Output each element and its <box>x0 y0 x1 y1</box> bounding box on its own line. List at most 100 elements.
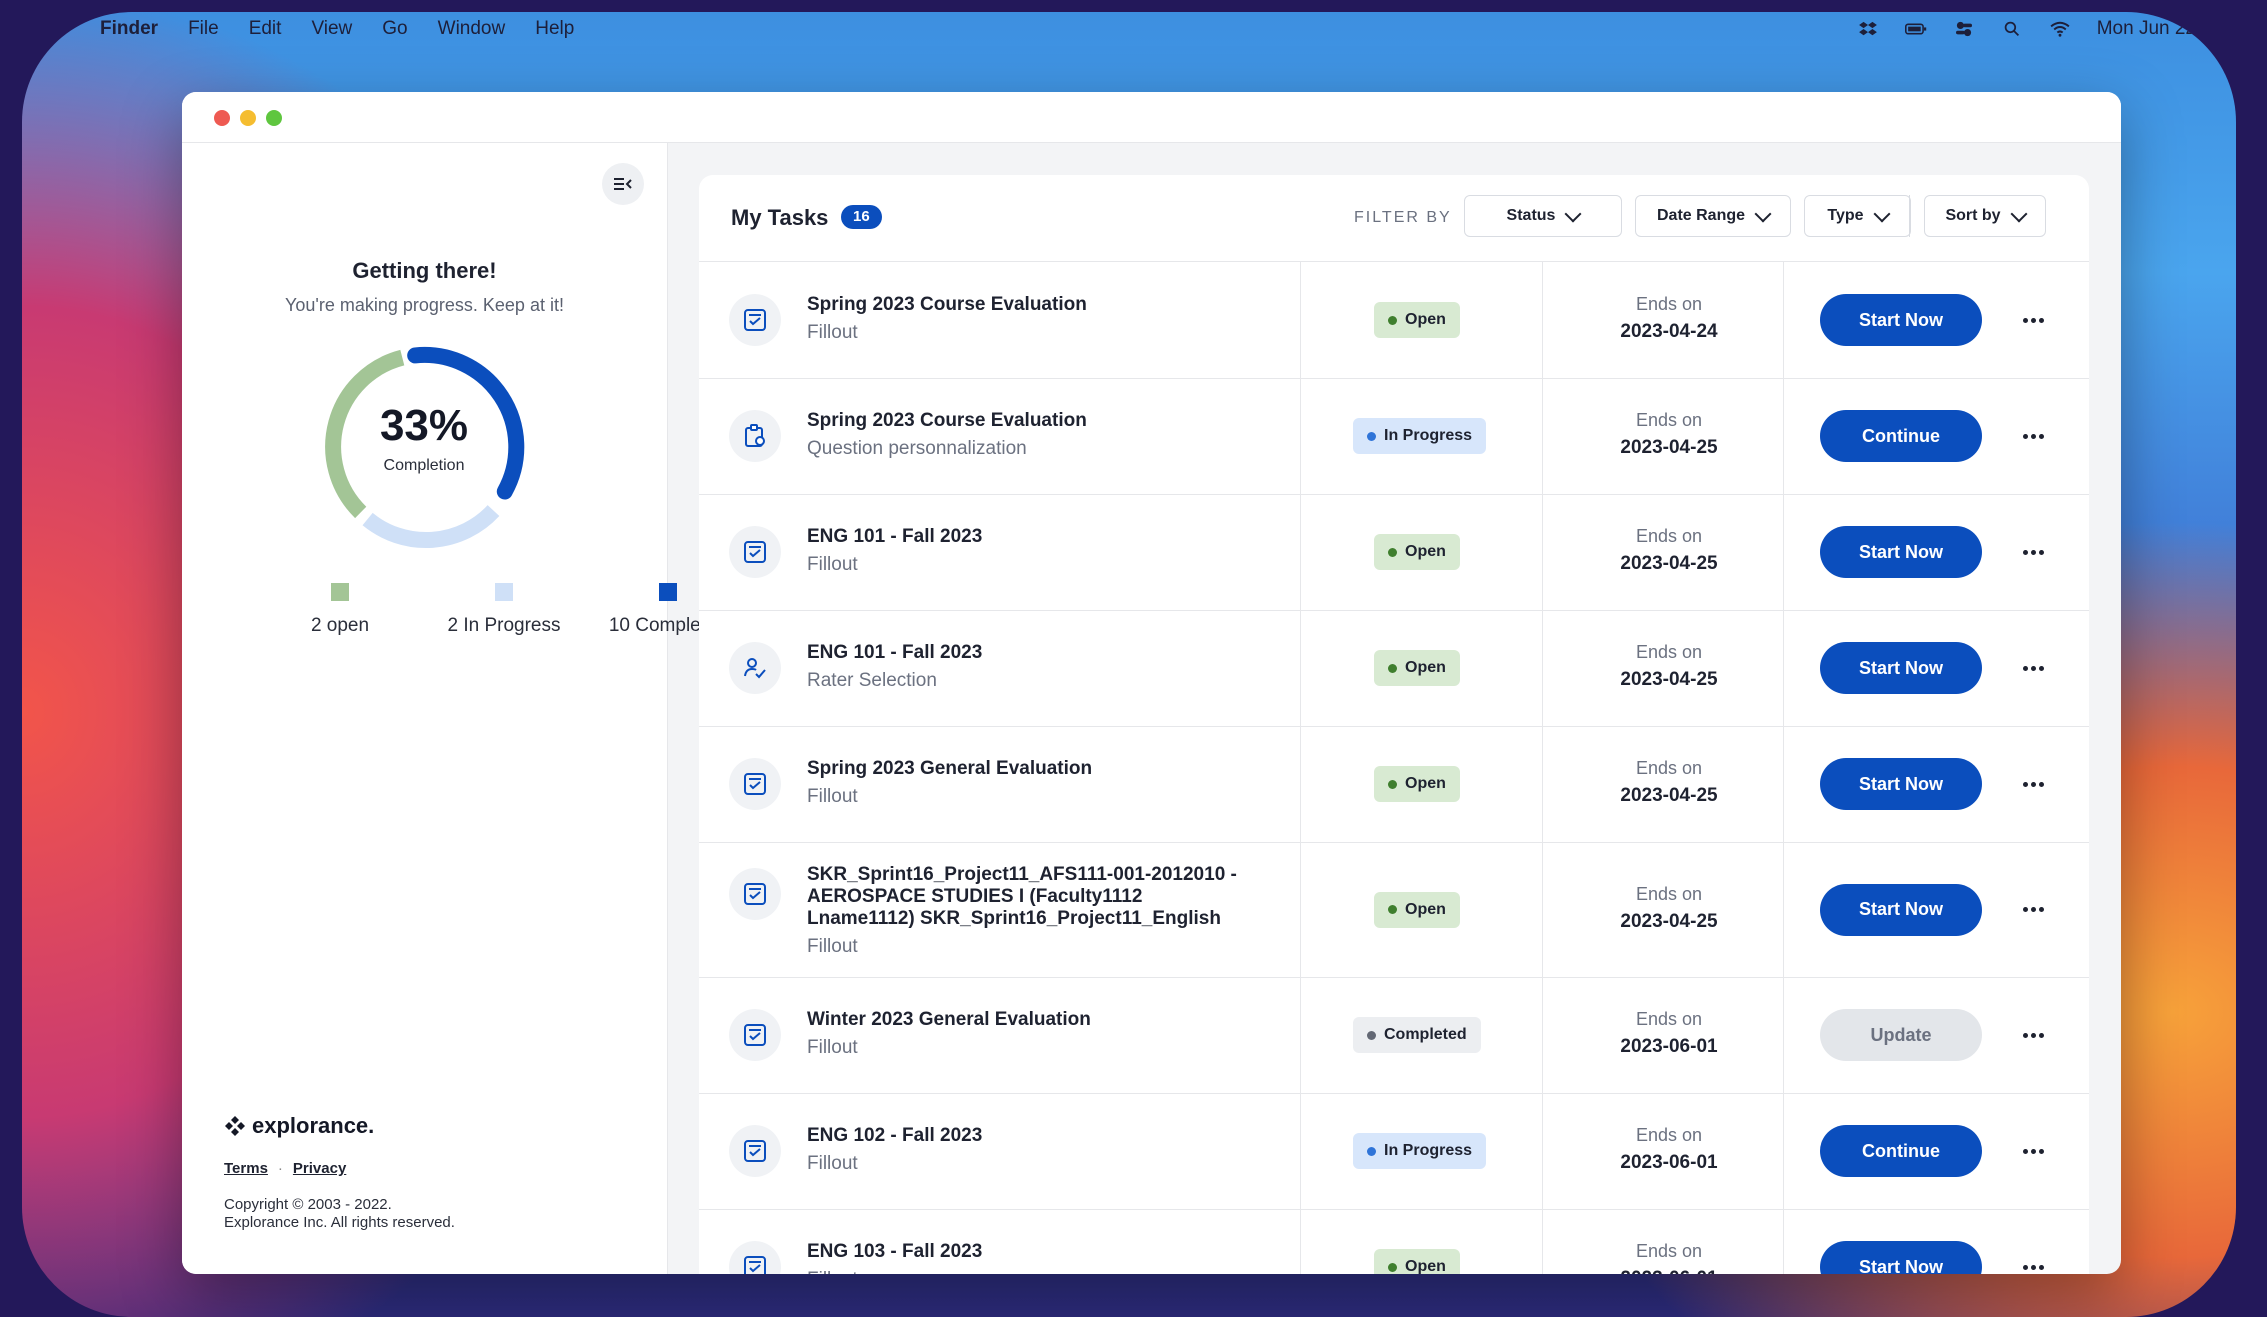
task-title[interactable]: ENG 101 - Fall 2023 <box>807 642 1247 664</box>
donut-segment-in-progress <box>362 505 500 549</box>
task-row[interactable]: ENG 101 - Fall 2023 Rater Selection Open En… <box>699 610 2089 727</box>
task-row[interactable]: Spring 2023 Course Evaluation Question pe… <box>699 378 2089 495</box>
column-divider <box>1300 378 1301 494</box>
desktop-background: Finder File Edit View Go Window Help Mon… <box>22 12 2236 1317</box>
progress-sidebar: Getting there! You're making progress. K… <box>182 143 727 1274</box>
dropbox-icon[interactable] <box>1857 21 1879 37</box>
menu-help[interactable]: Help <box>535 18 574 40</box>
close-window-button[interactable] <box>214 110 230 126</box>
brand-logo: explorance. <box>224 1113 374 1139</box>
due-date: 2023-06-01 <box>1620 1152 1718 1173</box>
more-dot-icon <box>2030 1148 2036 1154</box>
status-label: Open <box>1405 1258 1446 1274</box>
task-title[interactable]: Spring 2023 Course Evaluation <box>807 410 1247 432</box>
task-title[interactable]: ENG 102 - Fall 2023 <box>807 1125 1247 1147</box>
legend-open: 2 open <box>260 583 420 637</box>
task-subtitle: Question personnalization <box>807 438 1027 459</box>
status-label: Completed <box>1384 1026 1467 1043</box>
update-button[interactable]: Update <box>1820 1009 1982 1061</box>
more-dot-icon <box>2022 781 2028 787</box>
form-icon <box>744 1256 766 1274</box>
task-title[interactable]: ENG 101 - Fall 2023 <box>807 526 1247 548</box>
more-dot-icon <box>2022 665 2028 671</box>
date-range-filter-dropdown[interactable]: Date Range <box>1635 195 1791 237</box>
menu-view[interactable]: View <box>311 18 352 40</box>
start-now-button[interactable]: Start Now <box>1820 883 1982 936</box>
footer-links: Terms · Privacy <box>224 1160 346 1177</box>
menu-clock[interactable]: Mon Jun 22 <box>2097 18 2196 40</box>
more-options-button[interactable] <box>2017 894 2049 926</box>
start-now-button[interactable]: Start Now <box>1820 1241 1982 1274</box>
more-options-button[interactable] <box>2017 420 2049 452</box>
status-label: Open <box>1405 311 1446 328</box>
collapse-sidebar-button[interactable] <box>602 163 644 205</box>
more-options-button[interactable] <box>2017 1135 2049 1167</box>
collapse-sidebar-icon <box>614 178 632 190</box>
search-icon[interactable] <box>2001 21 2023 37</box>
task-row[interactable]: ENG 102 - Fall 2023 Fillout In Progress End… <box>699 1093 2089 1210</box>
menu-file[interactable]: File <box>188 18 219 40</box>
start-now-button[interactable]: Start Now <box>1820 642 1982 694</box>
column-divider <box>1542 262 1543 378</box>
due-date: 2023-04-25 <box>1620 669 1718 690</box>
task-title[interactable]: Winter 2023 General Evaluation <box>807 1009 1247 1031</box>
status-dot-icon <box>1388 663 1397 673</box>
form-icon <box>744 883 766 905</box>
task-row[interactable]: ENG 101 - Fall 2023 Fillout Open Ends on 202… <box>699 494 2089 611</box>
more-options-button[interactable] <box>2017 536 2049 568</box>
more-options-button[interactable] <box>2017 304 2049 336</box>
task-row[interactable]: ENG 103 - Fall 2023 Fillout Open Ends on 202… <box>699 1209 2089 1274</box>
more-dot-icon <box>2030 665 2036 671</box>
task-title[interactable]: Spring 2023 General Evaluation <box>807 758 1247 780</box>
continue-button[interactable]: Continue <box>1820 410 1982 462</box>
more-dot-icon <box>2022 549 2028 555</box>
more-dot-icon <box>2022 1148 2028 1154</box>
privacy-link[interactable]: Privacy <box>293 1160 346 1177</box>
control-center-icon[interactable] <box>1953 21 1975 37</box>
column-divider <box>1783 842 1784 977</box>
ends-on-label: Ends on <box>1635 410 1703 430</box>
task-title[interactable]: SKR_Sprint16_Project11_AFS111-001-201201… <box>807 864 1247 930</box>
due-date: 2023-04-25 <box>1620 437 1718 458</box>
task-row[interactable]: Spring 2023 General Evaluation Fillout Ope… <box>699 726 2089 843</box>
more-dot-icon <box>2038 1148 2044 1154</box>
menu-edit[interactable]: Edit <box>249 18 282 40</box>
status-dot-icon <box>1388 315 1397 325</box>
menu-app-finder[interactable]: Finder <box>100 18 158 40</box>
minimize-window-button[interactable] <box>240 110 256 126</box>
more-options-button[interactable] <box>2017 1019 2049 1051</box>
chevron-down-icon <box>1564 205 1582 222</box>
status-badge: Completed <box>1353 1017 1481 1053</box>
start-now-button[interactable]: Start Now <box>1820 758 1982 810</box>
sort-by-dropdown[interactable]: Sort by <box>1924 195 2046 237</box>
chevron-down-icon <box>1873 205 1891 222</box>
task-row[interactable]: SKR_Sprint16_Project11_AFS111-001-201201… <box>699 842 2089 978</box>
tasks-header: My Tasks 16 FILTER BY Status Date Range … <box>699 175 2089 262</box>
zoom-window-button[interactable] <box>266 110 282 126</box>
more-options-button[interactable] <box>2017 652 2049 684</box>
more-dot-icon <box>2030 433 2036 439</box>
column-divider <box>1542 977 1543 1093</box>
task-title[interactable]: Spring 2023 Course Evaluation <box>807 294 1247 316</box>
more-options-button[interactable] <box>2017 768 2049 800</box>
start-now-button[interactable]: Start Now <box>1820 294 1982 346</box>
type-filter-dropdown[interactable]: Type <box>1804 195 1911 237</box>
status-dot-icon <box>1388 547 1397 557</box>
start-now-button[interactable]: Start Now <box>1820 526 1982 578</box>
battery-icon[interactable] <box>1904 21 1927 37</box>
menu-window[interactable]: Window <box>438 18 506 40</box>
task-row[interactable]: Spring 2023 Course Evaluation Fillout Open… <box>699 262 2089 379</box>
task-title[interactable]: ENG 103 - Fall 2023 <box>807 1241 1247 1263</box>
task-row[interactable]: Winter 2023 General Evaluation Fillout Com… <box>699 977 2089 1094</box>
chevron-down-icon <box>1754 205 1772 222</box>
continue-button[interactable]: Continue <box>1820 1125 1982 1177</box>
status-filter-dropdown[interactable]: Status <box>1464 195 1622 237</box>
terms-link[interactable]: Terms <box>224 1160 268 1177</box>
column-divider <box>1542 494 1543 610</box>
status-label: In Progress <box>1384 427 1473 444</box>
task-type-icon <box>729 642 781 694</box>
more-options-button[interactable] <box>2017 1251 2049 1274</box>
wifi-icon[interactable] <box>2049 21 2071 37</box>
status-dot-icon <box>1388 905 1397 914</box>
menu-go[interactable]: Go <box>382 18 407 40</box>
